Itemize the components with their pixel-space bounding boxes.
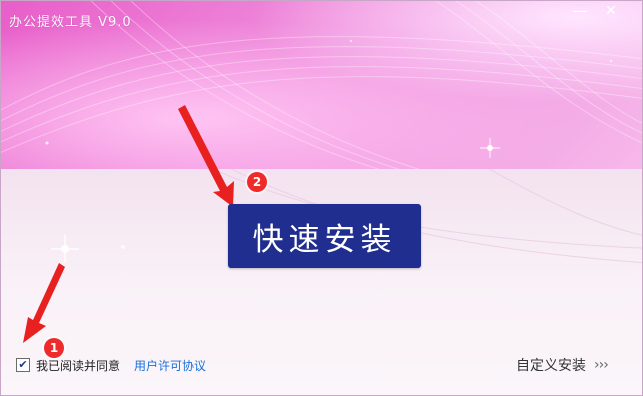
agree-checkbox[interactable]: ✔ bbox=[16, 358, 30, 372]
close-icon[interactable]: ✕ bbox=[597, 1, 625, 21]
checkmark-icon: ✔ bbox=[18, 358, 28, 371]
custom-install-label: 自定义安装 bbox=[516, 358, 586, 374]
step-badge-1: 1 bbox=[44, 338, 64, 358]
custom-install-button[interactable]: 自定义安装 ››› bbox=[516, 355, 609, 375]
step-badge-2: 2 bbox=[247, 172, 267, 192]
window-title: 办公提效工具 V9.0 bbox=[9, 15, 132, 30]
agreement-row: ✔ 我已阅读并同意 用户许可协议 bbox=[16, 356, 206, 374]
chevron-right-icon: ››› bbox=[594, 357, 609, 373]
agree-label: 我已阅读并同意 bbox=[36, 358, 121, 373]
license-agreement-link[interactable]: 用户许可协议 bbox=[134, 357, 206, 374]
minimize-icon[interactable]: — bbox=[566, 1, 594, 21]
installer-window: 办公提效工具 V9.0 — ✕ 2 1 快速安装 ✔ 我已阅读并同意 用户许可协… bbox=[0, 0, 643, 396]
quick-install-button[interactable]: 快速安装 bbox=[228, 204, 421, 268]
